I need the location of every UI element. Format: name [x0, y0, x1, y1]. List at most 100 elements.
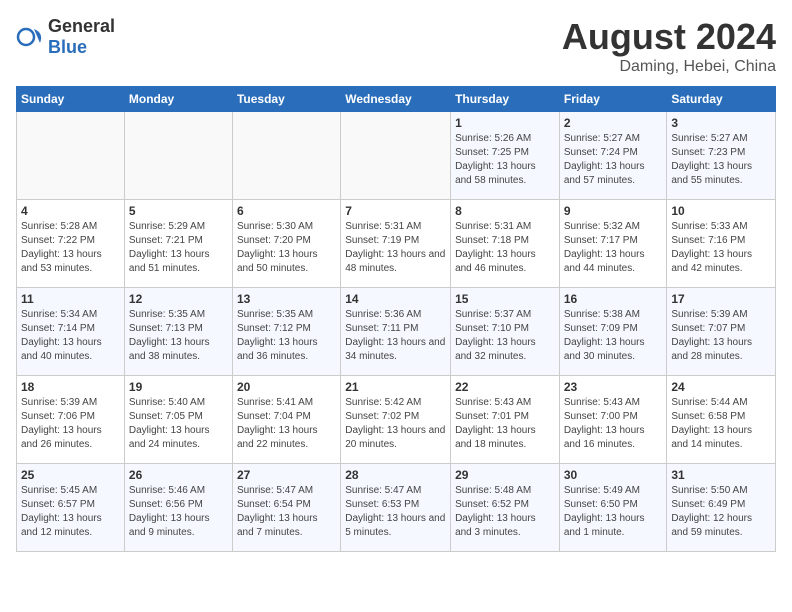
calendar-cell: 19 Sunrise: 5:40 AM Sunset: 7:05 PM Dayli…: [124, 376, 232, 464]
day-info: Sunrise: 5:31 AM Sunset: 7:18 PM Dayligh…: [455, 220, 555, 276]
day-info: Sunrise: 5:28 AM Sunset: 7:22 PM Dayligh…: [21, 220, 120, 276]
day-info: Sunrise: 5:35 AM Sunset: 7:12 PM Dayligh…: [237, 308, 336, 364]
day-number: 10: [671, 204, 771, 218]
logo-blue: Blue: [48, 37, 87, 57]
logo: General Blue: [16, 16, 115, 58]
day-number: 21: [345, 380, 446, 394]
day-number: 30: [564, 468, 663, 482]
day-info: Sunrise: 5:41 AM Sunset: 7:04 PM Dayligh…: [237, 396, 336, 452]
day-info: Sunrise: 5:34 AM Sunset: 7:14 PM Dayligh…: [21, 308, 120, 364]
day-info: Sunrise: 5:43 AM Sunset: 7:00 PM Dayligh…: [564, 396, 663, 452]
location-title: Daming, Hebei, China: [562, 58, 776, 76]
calendar-cell: 14Sunrise: 5:36 AM Sunset: 7:11 PM Dayli…: [341, 288, 451, 376]
day-info: Sunrise: 5:44 AM Sunset: 6:58 PM Dayligh…: [671, 396, 771, 452]
calendar-cell: [17, 112, 125, 200]
calendar-cell: 25Sunrise: 5:45 AM Sunset: 6:57 PM Dayli…: [17, 464, 125, 552]
day-number: 12: [129, 292, 228, 306]
calendar-cell: [124, 112, 232, 200]
day-info: Sunrise: 5:38 AM Sunset: 7:09 PM Dayligh…: [564, 308, 663, 364]
day-info: Sunrise: 5:27 AM Sunset: 7:24 PM Dayligh…: [564, 132, 663, 188]
day-info: Sunrise: 5:35 AM Sunset: 7:13 PM Dayligh…: [129, 308, 228, 364]
col-sunday: Sunday: [17, 87, 125, 112]
calendar-cell: 18 Sunrise: 5:39 AM Sunset: 7:06 PM Dayli…: [17, 376, 125, 464]
day-number: 8: [455, 204, 555, 218]
day-info: Sunrise: 5:40 AM Sunset: 7:05 PM Dayligh…: [129, 396, 228, 452]
day-number: 29: [455, 468, 555, 482]
calendar-cell: 4 Sunrise: 5:28 AM Sunset: 7:22 PM Daylig…: [17, 200, 125, 288]
calendar-cell: 17Sunrise: 5:39 AM Sunset: 7:07 PM Dayli…: [667, 288, 776, 376]
day-info: Sunrise: 5:43 AM Sunset: 7:01 PM Dayligh…: [455, 396, 555, 452]
calendar-cell: 12 Sunrise: 5:35 AM Sunset: 7:13 PM Dayli…: [124, 288, 232, 376]
calendar-cell: 3 Sunrise: 5:27 AM Sunset: 7:23 PM Daylig…: [667, 112, 776, 200]
day-info: Sunrise: 5:32 AM Sunset: 7:17 PM Dayligh…: [564, 220, 663, 276]
day-number: 14: [345, 292, 446, 306]
header: General Blue August 2024 Daming, Hebei, …: [16, 16, 776, 76]
day-number: 2: [564, 116, 663, 130]
calendar-week-2: 4 Sunrise: 5:28 AM Sunset: 7:22 PM Daylig…: [17, 200, 776, 288]
calendar-cell: 1Sunrise: 5:26 AM Sunset: 7:25 PM Daylig…: [451, 112, 560, 200]
calendar-cell: 21 Sunrise: 5:42 AM Sunset: 7:02 PM Dayli…: [341, 376, 451, 464]
header-row: Sunday Monday Tuesday Wednesday Thursday…: [17, 87, 776, 112]
calendar-cell: 9 Sunrise: 5:32 AM Sunset: 7:17 PM Daylig…: [559, 200, 667, 288]
day-info: Sunrise: 5:29 AM Sunset: 7:21 PM Dayligh…: [129, 220, 228, 276]
calendar-cell: 10 Sunrise: 5:33 AM Sunset: 7:16 PM Dayli…: [667, 200, 776, 288]
calendar-cell: 15Sunrise: 5:37 AM Sunset: 7:10 PM Dayli…: [451, 288, 560, 376]
day-number: 20: [237, 380, 336, 394]
day-number: 16: [564, 292, 663, 306]
day-info: Sunrise: 5:26 AM Sunset: 7:25 PM Dayligh…: [455, 132, 555, 188]
calendar-cell: 5Sunrise: 5:29 AM Sunset: 7:21 PM Daylig…: [124, 200, 232, 288]
calendar-week-3: 11 Sunrise: 5:34 AM Sunset: 7:14 PM Dayli…: [17, 288, 776, 376]
day-number: 15: [455, 292, 555, 306]
col-wednesday: Wednesday: [341, 87, 451, 112]
calendar-week-5: 25Sunrise: 5:45 AM Sunset: 6:57 PM Dayli…: [17, 464, 776, 552]
day-number: 18: [21, 380, 120, 394]
calendar-table: Sunday Monday Tuesday Wednesday Thursday…: [16, 86, 776, 552]
calendar-cell: 8 Sunrise: 5:31 AM Sunset: 7:18 PM Daylig…: [451, 200, 560, 288]
day-number: 11: [21, 292, 120, 306]
day-info: Sunrise: 5:39 AM Sunset: 7:07 PM Dayligh…: [671, 308, 771, 364]
day-info: Sunrise: 5:27 AM Sunset: 7:23 PM Dayligh…: [671, 132, 771, 188]
day-number: 19: [129, 380, 228, 394]
calendar-cell: 2 Sunrise: 5:27 AM Sunset: 7:24 PM Daylig…: [559, 112, 667, 200]
calendar-cell: 30 Sunrise: 5:49 AM Sunset: 6:50 PM Dayli…: [559, 464, 667, 552]
day-number: 31: [671, 468, 771, 482]
day-number: 3: [671, 116, 771, 130]
day-number: 27: [237, 468, 336, 482]
day-number: 23: [564, 380, 663, 394]
day-info: Sunrise: 5:33 AM Sunset: 7:16 PM Dayligh…: [671, 220, 771, 276]
day-number: 13: [237, 292, 336, 306]
calendar-cell: 24 Sunrise: 5:44 AM Sunset: 6:58 PM Dayli…: [667, 376, 776, 464]
calendar-week-4: 18 Sunrise: 5:39 AM Sunset: 7:06 PM Dayli…: [17, 376, 776, 464]
day-info: Sunrise: 5:49 AM Sunset: 6:50 PM Dayligh…: [564, 484, 663, 540]
day-info: Sunrise: 5:48 AM Sunset: 6:52 PM Dayligh…: [455, 484, 555, 540]
logo-icon: [16, 23, 44, 51]
logo-general: General: [48, 16, 115, 36]
day-number: 9: [564, 204, 663, 218]
calendar-cell: 29 Sunrise: 5:48 AM Sunset: 6:52 PM Dayli…: [451, 464, 560, 552]
day-info: Sunrise: 5:31 AM Sunset: 7:19 PM Dayligh…: [345, 220, 446, 276]
calendar-cell: 11 Sunrise: 5:34 AM Sunset: 7:14 PM Dayli…: [17, 288, 125, 376]
day-info: Sunrise: 5:45 AM Sunset: 6:57 PM Dayligh…: [21, 484, 120, 540]
day-info: Sunrise: 5:47 AM Sunset: 6:54 PM Dayligh…: [237, 484, 336, 540]
col-tuesday: Tuesday: [232, 87, 340, 112]
calendar-cell: 16 Sunrise: 5:38 AM Sunset: 7:09 PM Dayli…: [559, 288, 667, 376]
day-info: Sunrise: 5:46 AM Sunset: 6:56 PM Dayligh…: [129, 484, 228, 540]
calendar-cell: 28 Sunrise: 5:47 AM Sunset: 6:53 PM Dayli…: [341, 464, 451, 552]
calendar-cell: [341, 112, 451, 200]
day-number: 28: [345, 468, 446, 482]
day-info: Sunrise: 5:30 AM Sunset: 7:20 PM Dayligh…: [237, 220, 336, 276]
col-monday: Monday: [124, 87, 232, 112]
calendar-week-1: 1Sunrise: 5:26 AM Sunset: 7:25 PM Daylig…: [17, 112, 776, 200]
calendar-cell: 22 Sunrise: 5:43 AM Sunset: 7:01 PM Dayli…: [451, 376, 560, 464]
day-info: Sunrise: 5:47 AM Sunset: 6:53 PM Dayligh…: [345, 484, 446, 540]
calendar-cell: [232, 112, 340, 200]
col-friday: Friday: [559, 87, 667, 112]
day-info: Sunrise: 5:42 AM Sunset: 7:02 PM Dayligh…: [345, 396, 446, 452]
day-info: Sunrise: 5:39 AM Sunset: 7:06 PM Dayligh…: [21, 396, 120, 452]
day-number: 22: [455, 380, 555, 394]
day-info: Sunrise: 5:50 AM Sunset: 6:49 PM Dayligh…: [671, 484, 771, 540]
day-number: 4: [21, 204, 120, 218]
day-number: 26: [129, 468, 228, 482]
day-number: 24: [671, 380, 771, 394]
calendar-cell: 7Sunrise: 5:31 AM Sunset: 7:19 PM Daylig…: [341, 200, 451, 288]
